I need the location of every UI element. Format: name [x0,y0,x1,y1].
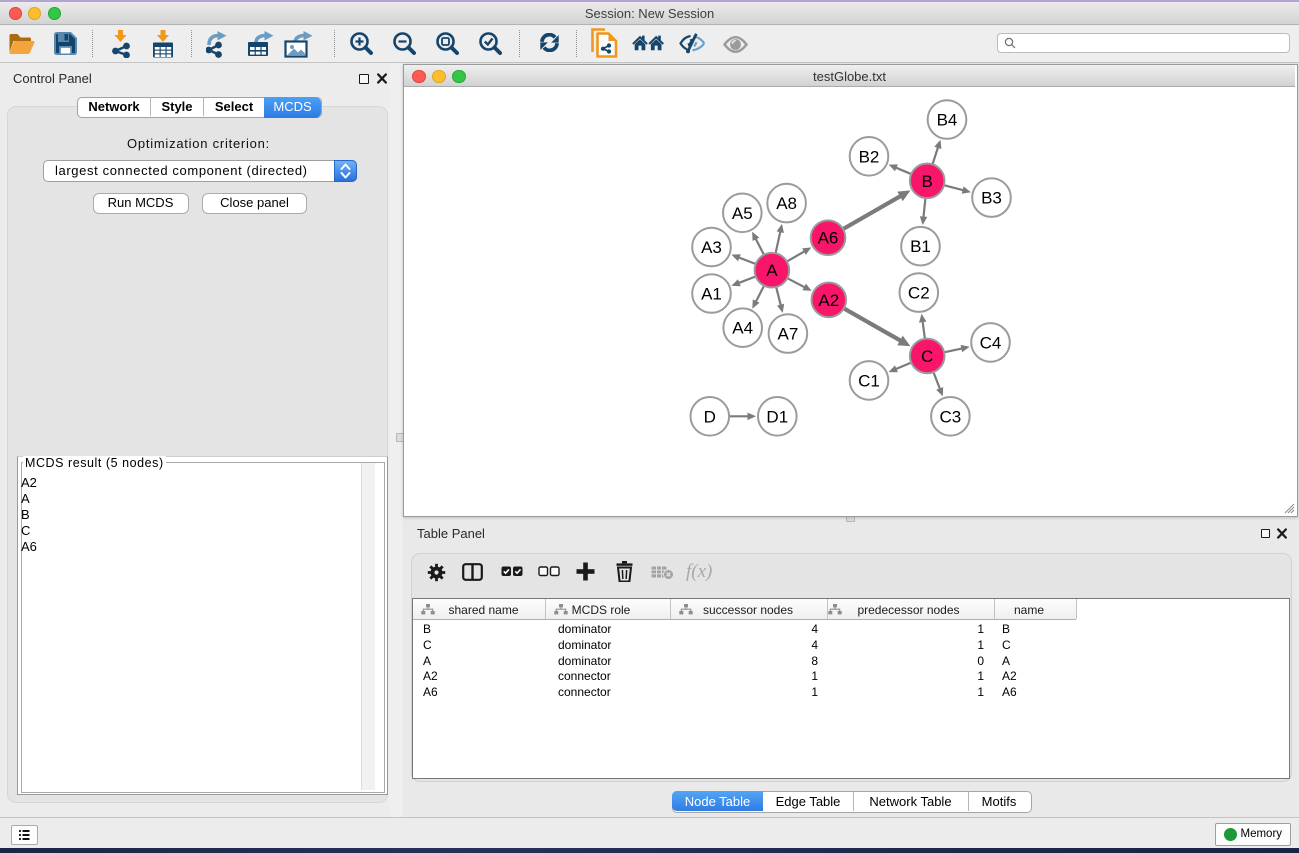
svg-text:A5: A5 [732,204,753,223]
svg-text:A: A [766,261,778,280]
svg-text:D: D [704,407,716,426]
svg-text:A1: A1 [701,285,722,304]
svg-text:A7: A7 [778,325,799,344]
svg-text:A3: A3 [701,238,722,257]
svg-text:C1: C1 [858,371,880,390]
svg-text:B: B [922,172,933,191]
svg-text:C2: C2 [908,284,930,303]
svg-text:A4: A4 [732,319,753,338]
svg-text:B1: B1 [910,237,931,256]
svg-text:A8: A8 [776,194,797,213]
svg-text:C4: C4 [980,333,1002,352]
svg-text:B4: B4 [937,111,958,130]
svg-text:B3: B3 [981,189,1002,208]
svg-text:B2: B2 [859,147,880,166]
svg-text:C3: C3 [940,407,962,426]
svg-text:D1: D1 [766,407,788,426]
svg-text:A6: A6 [818,229,839,248]
svg-text:C: C [921,347,933,366]
svg-text:A2: A2 [818,291,839,310]
